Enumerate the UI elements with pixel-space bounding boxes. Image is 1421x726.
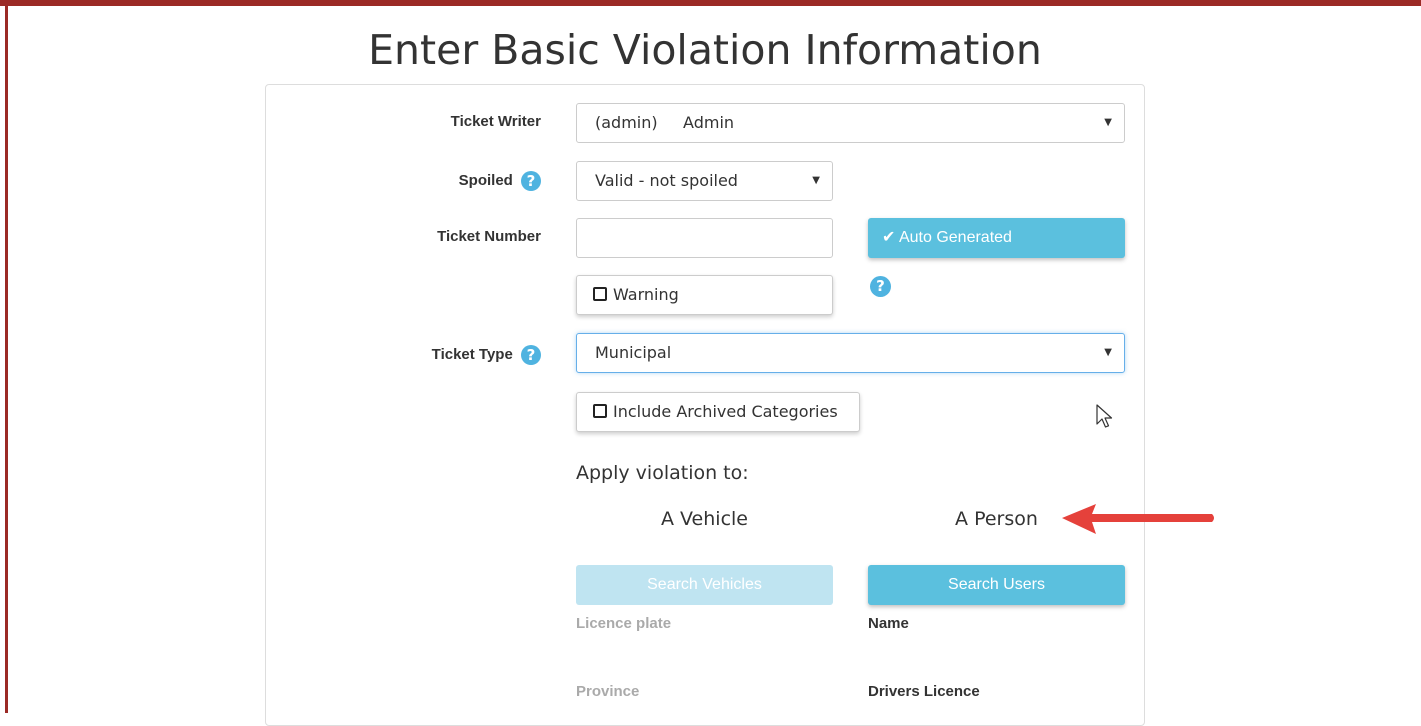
spoiled-value: Valid - not spoiled [595,171,738,190]
chevron-down-icon: ▼ [1104,347,1112,358]
check-icon: ✔ [882,229,896,246]
include-archived-label: Include Archived Categories [613,402,838,421]
search-vehicles-button[interactable]: Search Vehicles [576,565,833,605]
mouse-cursor-icon [1096,404,1113,428]
window-frame-top [0,0,1421,6]
checkbox-unchecked-icon [593,287,607,301]
licence-plate-label: Licence plate [576,615,672,632]
help-icon[interactable]: ? [521,171,541,191]
search-users-button[interactable]: Search Users [868,565,1125,605]
include-archived-checkbox[interactable]: Include Archived Categories [576,392,860,432]
warning-label: Warning [613,285,679,304]
vehicle-option-label: A Vehicle [661,508,748,530]
drivers-licence-label: Drivers Licence [868,683,980,700]
apply-violation-heading: Apply violation to: [576,462,749,484]
ticket-type-select[interactable]: Municipal ▼ [576,333,1125,373]
warning-checkbox[interactable]: Warning [576,275,833,315]
help-icon[interactable]: ? [870,276,891,297]
chevron-down-icon: ▼ [1104,117,1112,128]
help-icon[interactable]: ? [521,345,541,365]
spoiled-label: Spoiled ? [265,171,541,191]
spoiled-select[interactable]: Valid - not spoiled ▼ [576,161,833,201]
province-label: Province [576,683,640,700]
checkbox-unchecked-icon [593,404,607,418]
chevron-down-icon: ▼ [812,175,820,186]
ticket-writer-label: Ticket Writer [450,113,541,130]
ticket-number-input[interactable] [576,218,833,258]
ticket-type-value: Municipal [595,343,672,362]
annotation-arrow-icon [1062,504,1214,534]
ticket-number-label: Ticket Number [437,228,541,245]
ticket-writer-select[interactable]: (admin) Admin ▼ [576,103,1125,143]
window-frame-left [5,0,8,713]
ticket-type-label: Ticket Type ? [265,345,541,365]
ticket-writer-value: (admin) Admin [595,113,735,132]
page-title: Enter Basic Violation Information [368,26,1042,74]
ticket-type-label-text: Ticket Type [431,345,513,363]
auto-generated-button[interactable]: ✔ Auto Generated [868,218,1125,258]
name-label: Name [868,615,909,632]
auto-generated-label: Auto Generated [898,229,1012,246]
spoiled-label-text: Spoiled [458,171,513,189]
